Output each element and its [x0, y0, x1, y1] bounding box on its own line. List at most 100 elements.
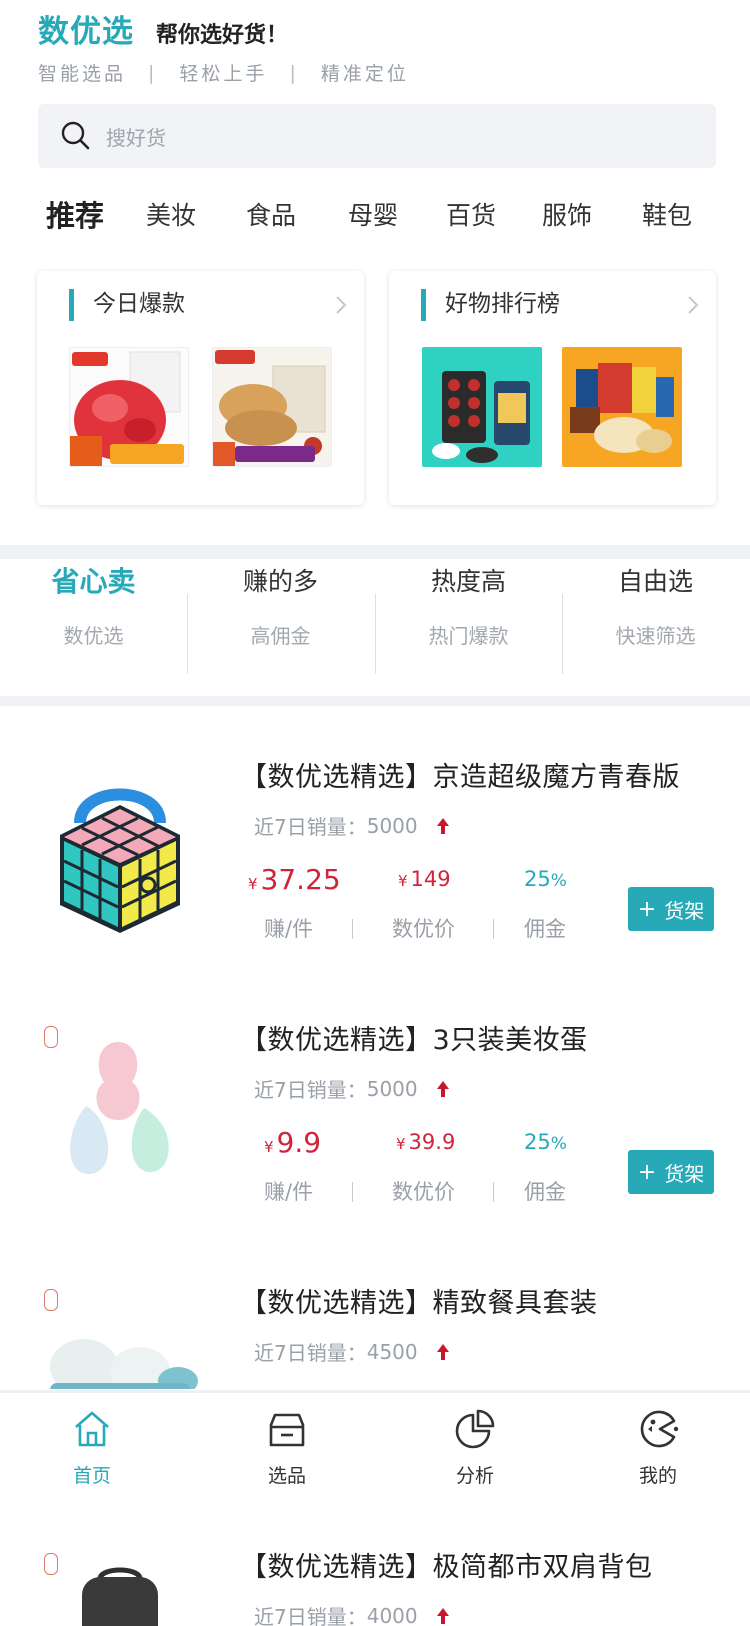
ranking-title: 好物排行榜 [445, 291, 560, 317]
currency-symbol: ¥ [396, 1135, 406, 1153]
nav-analysis[interactable]: 分析 [425, 1407, 525, 1488]
search-input[interactable]: 搜好货 [106, 122, 166, 151]
product-title[interactable]: 【数优选精选】3只装美妆蛋 [240, 1018, 588, 1057]
ranking-card[interactable]: 好物排行榜 [389, 271, 716, 505]
product-title[interactable]: 【数优选精选】京造超级魔方青春版 [240, 755, 680, 794]
tab-food[interactable]: 食品 [246, 196, 296, 236]
filter-free-choice[interactable]: 自由选 快速筛选 [562, 560, 749, 649]
arrow-up-icon [436, 1607, 449, 1624]
sales-label: 近7日销量： [254, 1078, 367, 1102]
sales-info: 近7日销量： 4000 [254, 1601, 450, 1626]
chevron-right-icon [688, 296, 699, 314]
profile-icon [640, 1410, 679, 1448]
add-to-shelf-button[interactable]: + 货架 [628, 1150, 714, 1194]
card-title: 好物排行榜 [421, 289, 560, 321]
bottom-navigation: 首页 选品 分析 我的 [0, 1390, 750, 1514]
tag-divider: | [289, 61, 299, 84]
section-divider [0, 545, 750, 559]
earn-label: 赚/件 [264, 1180, 314, 1204]
earn-value: 9.9 [276, 1126, 322, 1159]
feature-tags: 智能选品 | 轻松上手 | 精准定位 [38, 59, 718, 86]
search-icon [61, 121, 90, 150]
product-thumbnail[interactable] [422, 347, 542, 467]
sales-info: 近7日销量： 4500 [254, 1337, 450, 1366]
nav-profile[interactable]: 我的 [608, 1407, 708, 1488]
button-label: 货架 [664, 898, 705, 923]
sales-info: 近7日销量： 5000 [254, 811, 450, 840]
product-thumbnail[interactable] [69, 347, 189, 467]
sales-count: 4000 [366, 1603, 418, 1626]
nav-label: 选品 [267, 1465, 306, 1487]
product-item[interactable]: 【数优选精选】精致餐具套装 近7日销量： 4500 [0, 1281, 750, 1389]
add-to-shelf-button[interactable]: + 货架 [628, 887, 714, 931]
product-image [50, 1339, 198, 1389]
product-image [60, 788, 180, 933]
tag-divider: | [148, 61, 158, 84]
brand-slogan: 帮你选好货！ [156, 23, 289, 48]
nav-selection[interactable]: 选品 [237, 1407, 337, 1488]
card-title: 今日爆款 [69, 289, 185, 321]
brand-logo: 数优选 [38, 14, 134, 50]
tab-apparel[interactable]: 服饰 [542, 196, 592, 236]
filter-subtitle: 高佣金 [250, 624, 311, 648]
arrow-up-icon [436, 817, 449, 834]
filter-subtitle: 快速筛选 [615, 624, 696, 648]
tab-recommend[interactable]: 推荐 [46, 196, 104, 236]
plus-icon: + [637, 896, 657, 922]
sales-label: 近7日销量： [254, 1341, 367, 1365]
nav-label: 我的 [638, 1465, 677, 1487]
tab-beauty[interactable]: 美妆 [146, 196, 196, 236]
sales-count: 5000 [366, 1076, 418, 1101]
tag-smart-selection: 智能选品 [38, 63, 127, 85]
sales-label: 近7日销量： [254, 815, 367, 839]
currency-symbol: ¥ [264, 1138, 274, 1156]
app-header: 数优选 帮你选好货！ 智能选品 | 轻松上手 | 精准定位 [38, 6, 718, 86]
hot-today-card[interactable]: 今日爆款 [37, 271, 364, 505]
filter-trending[interactable]: 热度高 热门爆款 [375, 560, 562, 649]
price-value: 149 [410, 867, 451, 891]
label-divider [493, 1182, 494, 1202]
percent-sign: % [550, 1134, 567, 1154]
product-item[interactable]: 【数优选精选】3只装美妆蛋 近7日销量： 5000 ¥9.9 ¥39.9 25%… [0, 1018, 750, 1268]
box-icon [269, 1413, 305, 1447]
price-label: 数优价 [392, 917, 455, 941]
button-label: 货架 [664, 1161, 705, 1186]
search-bar[interactable]: 搜好货 [38, 104, 716, 168]
tag-easy-start: 轻松上手 [179, 63, 268, 85]
label-divider [352, 1182, 353, 1202]
commission-rate: 25% [524, 1130, 567, 1154]
chevron-right-icon [336, 296, 347, 314]
nav-label: 首页 [72, 1465, 111, 1487]
product-thumbnail[interactable] [562, 347, 682, 467]
nav-home[interactable]: 首页 [42, 1407, 142, 1488]
commission-label: 佣金 [524, 917, 566, 941]
filter-subtitle: 热门爆款 [428, 624, 509, 648]
earn-value: 37.25 [260, 863, 341, 896]
filter-title: 省心卖 [51, 565, 136, 598]
pie-chart-icon [455, 1409, 495, 1449]
product-item[interactable]: 【数优选精选】京造超级魔方青春版 近7日销量： 5000 ¥37.25 ¥149… [0, 755, 750, 1005]
sales-count: 5000 [366, 813, 418, 838]
product-title[interactable]: 【数优选精选】精致餐具套装 [240, 1281, 598, 1320]
price-value: 39.9 [408, 1130, 456, 1154]
price: ¥149 [398, 867, 451, 891]
commission-label: 佣金 [524, 1180, 566, 1204]
hot-today-title: 今日爆款 [93, 291, 185, 317]
product-item[interactable]: 【数优选精选】极简都市双肩背包 近7日销量： 4000 [0, 1545, 750, 1626]
sales-count: 4500 [366, 1339, 418, 1364]
seal-icon [44, 1289, 58, 1311]
product-image [70, 1042, 169, 1175]
tab-shoes-bags[interactable]: 鞋包 [642, 196, 692, 236]
product-title[interactable]: 【数优选精选】极简都市双肩背包 [240, 1545, 653, 1584]
plus-icon: + [637, 1159, 657, 1185]
product-thumbnail[interactable] [212, 347, 332, 467]
filter-high-commission[interactable]: 赚的多 高佣金 [187, 560, 374, 649]
earn-per-item: ¥37.25 [248, 863, 341, 896]
title-accent-bar [69, 289, 74, 321]
sales-info: 近7日销量： 5000 [254, 1074, 450, 1103]
tab-general-goods[interactable]: 百货 [446, 196, 496, 236]
arrow-up-icon [436, 1080, 449, 1097]
tab-mother-baby[interactable]: 母婴 [348, 196, 398, 236]
label-divider [352, 919, 353, 939]
filter-easy-sell[interactable]: 省心卖 数优选 [0, 560, 187, 649]
